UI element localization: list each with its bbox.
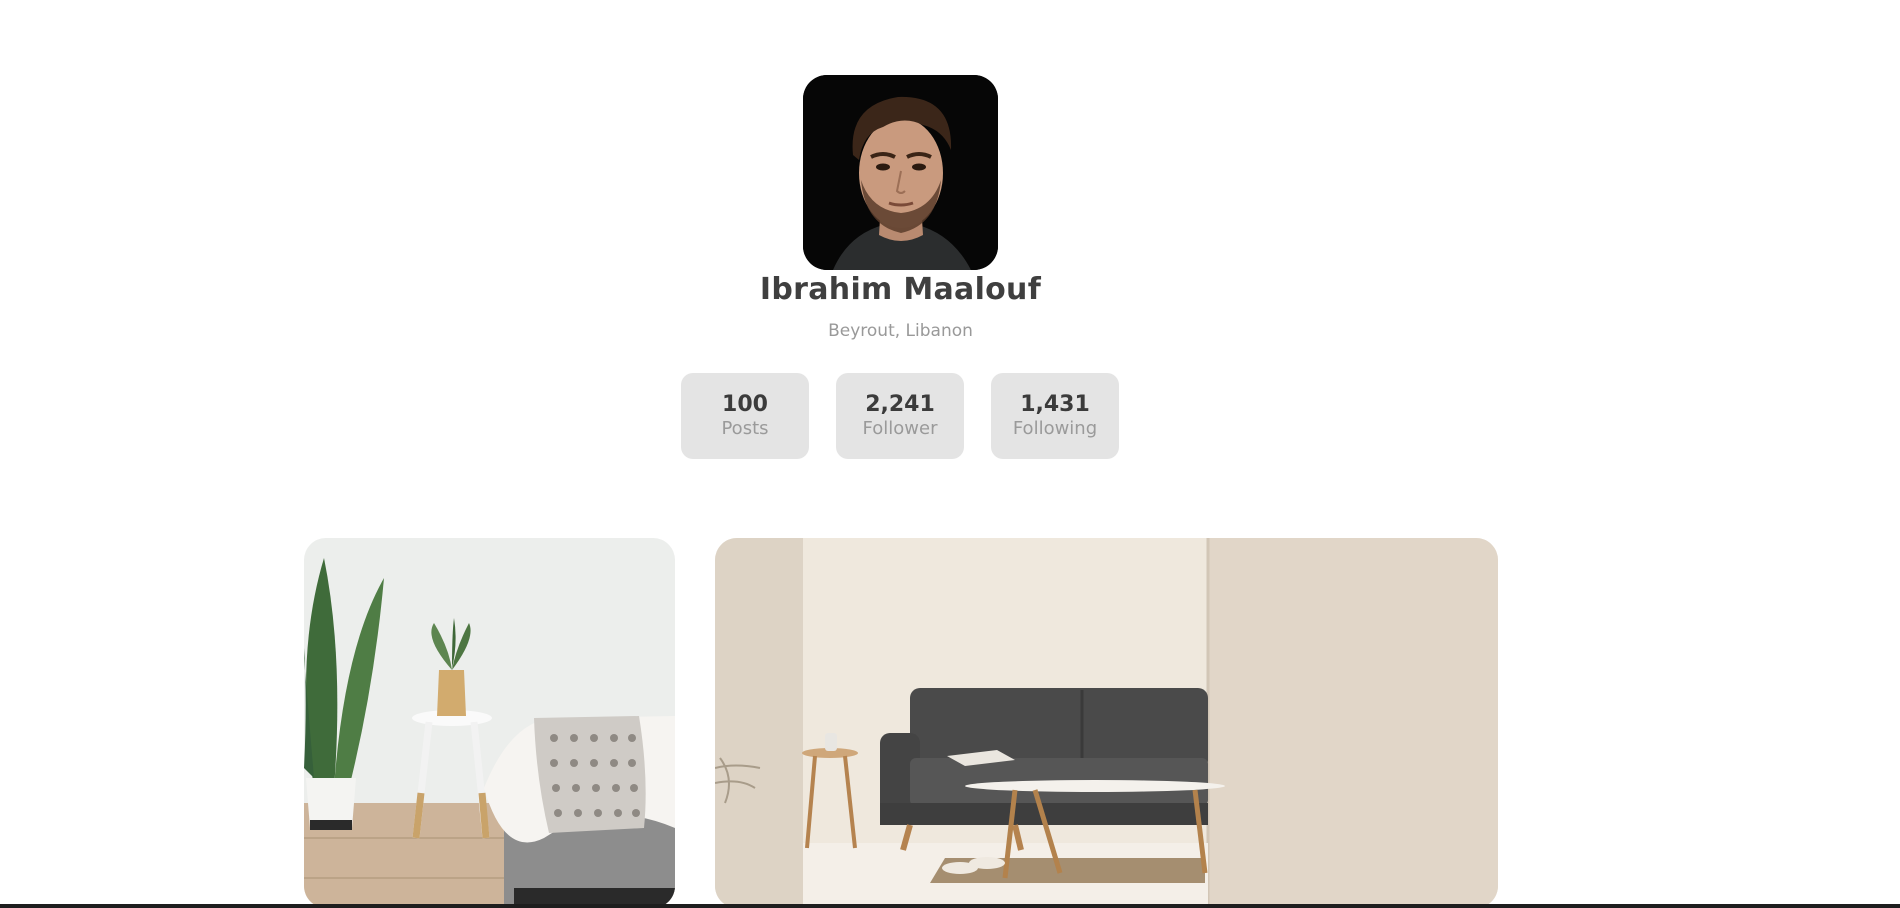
gallery-photo-2[interactable] xyxy=(715,538,1498,908)
stat-posts-value: 100 xyxy=(722,392,768,417)
stat-followers[interactable]: 2,241 Follower xyxy=(836,373,964,459)
stat-following-label: Following xyxy=(1012,418,1098,439)
bedroom-photo-icon xyxy=(304,538,675,908)
avatar[interactable] xyxy=(803,75,998,270)
stat-posts[interactable]: 100 Posts xyxy=(681,373,809,459)
stat-posts-label: Posts xyxy=(721,418,769,439)
profile-location: Beyrout, Libanon xyxy=(828,321,973,341)
stat-followers-value: 2,241 xyxy=(865,392,935,417)
bottom-divider xyxy=(0,904,1900,908)
stat-followers-label: Follower xyxy=(862,418,938,439)
stat-following-value: 1,431 xyxy=(1020,392,1090,417)
profile-page: Ibrahim Maalouf Beyrout, Libanon 100 Pos… xyxy=(0,0,1900,908)
stat-following[interactable]: 1,431 Following xyxy=(991,373,1119,459)
avatar-portrait-icon xyxy=(803,75,998,270)
living-room-photo-icon xyxy=(715,538,1498,908)
profile-name: Ibrahim Maalouf xyxy=(759,272,1042,307)
gallery-photo-1[interactable] xyxy=(304,538,675,908)
